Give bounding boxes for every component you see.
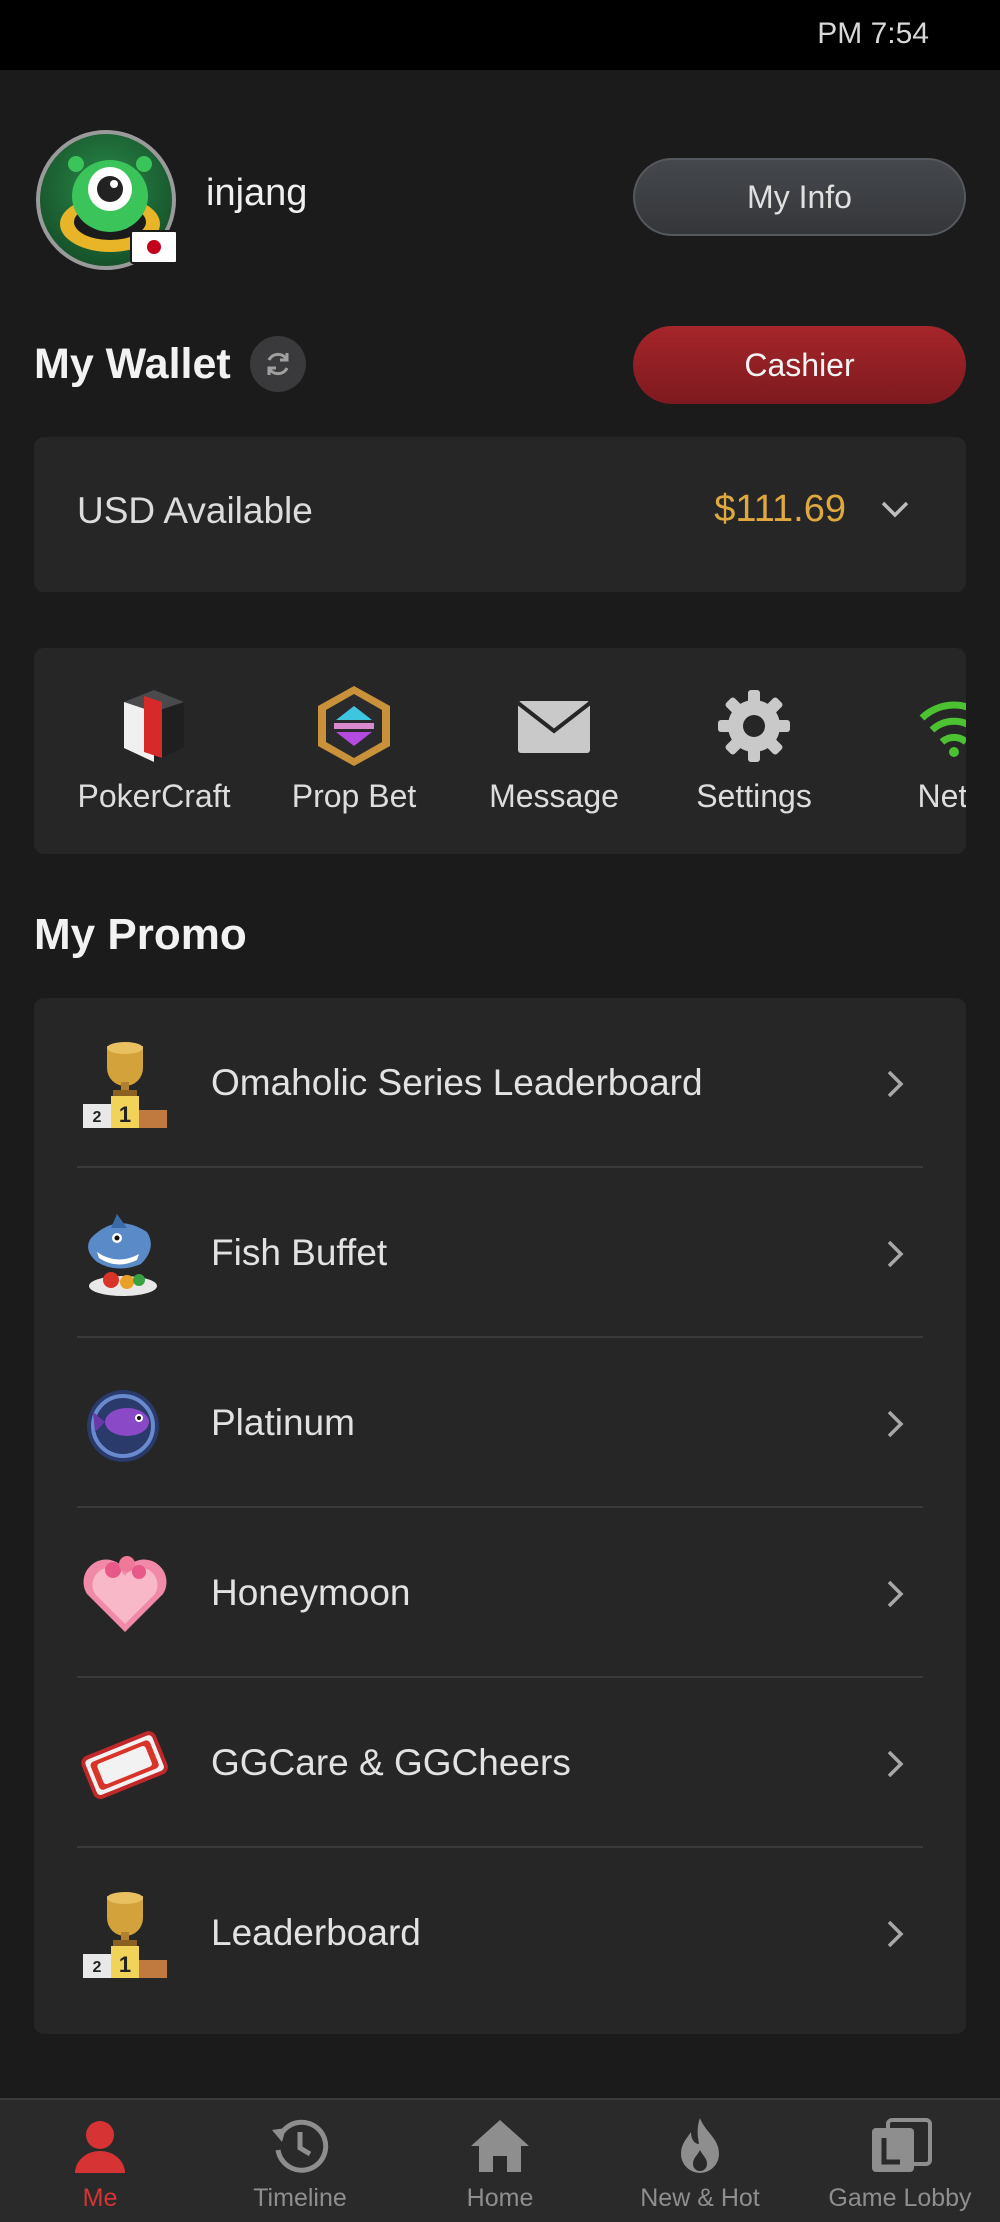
heart-cake-icon [83,1556,167,1632]
nav-game-lobby[interactable]: Game Lobby [800,2100,1000,2222]
username: injang [206,172,308,214]
person-icon [68,2114,132,2178]
promo-list: 1 2 Omaholic Series Leaderboard Fish Buf… [34,998,966,2034]
trophy-podium-icon: 1 2 [83,1042,167,1128]
promo-label: Omaholic Series Leaderboard [211,1062,703,1103]
chevron-right-icon [887,1750,904,1778]
promo-label: Honeymoon [211,1572,411,1613]
shortcut-message[interactable]: Message [454,648,654,854]
my-info-label: My Info [747,178,852,215]
shortcut-network[interactable]: Netw [854,648,966,854]
nav-label: Game Lobby [828,2184,972,2212]
nav-home[interactable]: Home [400,2100,600,2222]
promo-item[interactable]: 1 2 Leaderboard [77,1848,923,2018]
nav-label: Timeline [253,2184,347,2212]
balance-label: USD Available [77,490,313,531]
my-info-button[interactable]: My Info [633,158,966,236]
home-icon [468,2114,532,2178]
thanks-ticket-icon [81,1731,168,1799]
chevron-right-icon [887,1240,904,1268]
promo-item[interactable]: Platinum [77,1338,923,1508]
promo-label: GGCare & GGCheers [211,1742,571,1783]
bottom-nav: Me Timeline Home New & Hot Game Lobby [0,2098,1000,2222]
profile-header: injang My Info [0,70,1000,330]
promo-label: Fish Buffet [211,1232,388,1273]
lobby-cards-icon [868,2114,932,2178]
promo-label: Platinum [211,1402,355,1443]
shortcut-label: Settings [696,778,812,814]
status-time: PM 7:54 [817,17,929,50]
history-clock-icon [268,2114,332,2178]
flame-icon [668,2114,732,2178]
promo-item[interactable]: Honeymoon [77,1508,923,1678]
shortcuts-bar[interactable]: PokerCraft Prop Bet Message Settings Net [34,648,966,854]
pokercraft-icon [112,684,196,768]
chevron-right-icon [887,1920,904,1948]
nav-new-hot[interactable]: New & Hot [600,2100,800,2222]
platinum-fish-icon [87,1390,159,1462]
shortcut-label: Message [489,778,619,814]
cashier-label: Cashier [744,346,855,383]
balance-value: $111.69 [714,488,846,530]
promo-title: My Promo [34,910,247,959]
promo-item[interactable]: GGCare & GGCheers [77,1678,923,1848]
balance-card[interactable]: USD Available $111.69 [34,437,966,592]
svg-text:1: 1 [119,1952,131,1977]
trophy-podium-icon: 1 2 [83,1892,167,1978]
shortcut-label: Prop Bet [291,778,417,814]
promo-item[interactable]: Fish Buffet [77,1168,923,1338]
wallet-title: My Wallet [34,340,231,388]
shortcut-settings[interactable]: Settings [654,648,854,854]
nav-timeline[interactable]: Timeline [200,2100,400,2222]
cashier-button[interactable]: Cashier [633,326,966,404]
shortcut-prop-bet[interactable]: Prop Bet [254,648,454,854]
japan-flag-icon [130,230,178,264]
promo-item[interactable]: 1 2 Omaholic Series Leaderboard [77,998,923,1168]
nav-label: Home [466,2184,534,2212]
promo-label: Leaderboard [211,1912,421,1953]
chevron-right-icon [887,1070,904,1098]
status-bar: PM 7:54 [0,0,1000,70]
nav-me[interactable]: Me [0,2100,200,2222]
gear-icon [712,684,796,768]
prop-bet-icon [312,684,396,768]
svg-text:2: 2 [93,1109,102,1126]
svg-text:1: 1 [119,1102,131,1127]
shortcut-label: Netw [917,778,966,814]
refresh-icon [267,352,289,376]
svg-text:2: 2 [93,1959,102,1976]
shark-icon [88,1214,157,1296]
shortcut-pokercraft[interactable]: PokerCraft [54,648,254,854]
refresh-button[interactable] [250,336,306,392]
chevron-right-icon [887,1410,904,1438]
shortcut-label: PokerCraft [77,778,231,814]
nav-label: Me [82,2184,118,2212]
wifi-icon [912,684,966,768]
nav-label: New & Hot [640,2184,760,2212]
envelope-icon [512,684,596,768]
chevron-down-icon[interactable] [879,497,911,521]
chevron-right-icon [887,1580,904,1608]
